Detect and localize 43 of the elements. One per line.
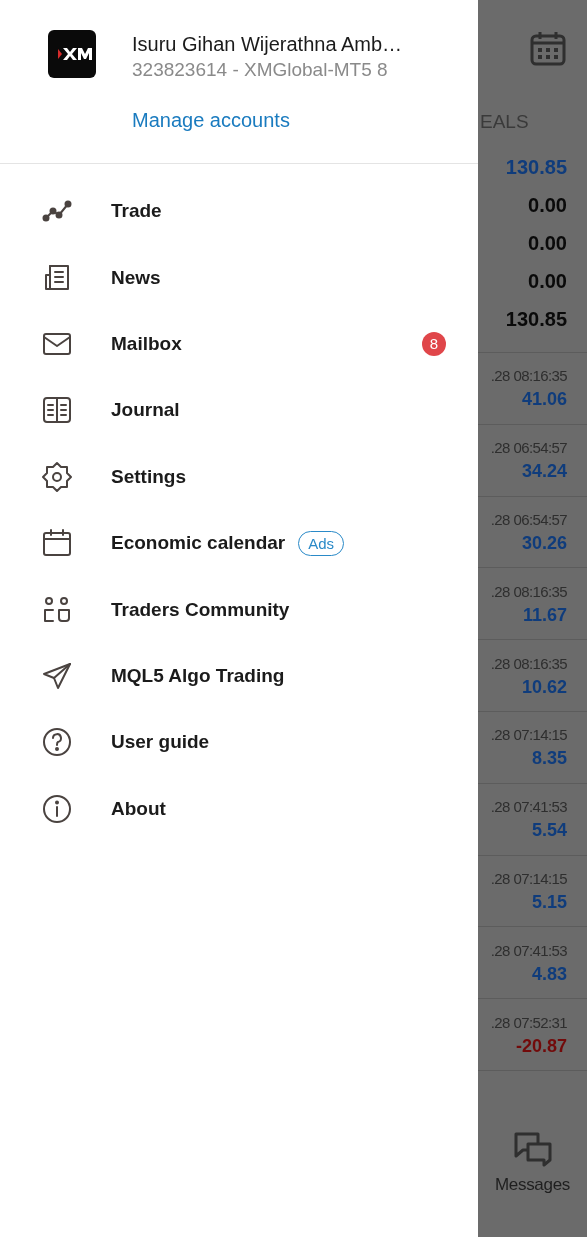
menu-item[interactable]: About <box>0 775 478 842</box>
deal-time: .28 08:16:35 <box>490 653 567 674</box>
menu-item[interactable]: Journal <box>0 377 478 444</box>
summary-value: 0.00 <box>528 269 567 293</box>
menu-item[interactable]: Trade <box>0 178 478 245</box>
gear-icon <box>40 459 74 494</box>
deal-time: .28 07:52:31 <box>490 1012 567 1033</box>
menu-item[interactable]: Mailbox 8 <box>0 310 478 378</box>
deal-profit: -20.87 <box>515 1034 567 1058</box>
summary-value: 0.00 <box>528 231 567 255</box>
deal-time: .28 06:54:57 <box>490 438 567 459</box>
deal-profit: 10.62 <box>521 675 567 699</box>
menu-item[interactable]: User guide <box>0 709 478 776</box>
menu-item[interactable]: Settings <box>0 443 478 510</box>
summary-value: 130.85 <box>505 155 567 179</box>
deal-profit: 41.06 <box>521 388 567 412</box>
calendar-icon[interactable] <box>529 29 567 67</box>
deal-profit: 11.67 <box>522 603 567 627</box>
deal-profit: 34.24 <box>521 460 567 484</box>
deal-time: .28 07:14:15 <box>490 725 567 746</box>
deal-time: .28 08:16:35 <box>490 581 567 602</box>
manage-accounts-link[interactable]: Manage accounts <box>132 107 290 133</box>
deal-profit: 30.26 <box>521 532 567 555</box>
deal-time: .28 07:41:53 <box>490 940 567 961</box>
logo-icon <box>48 30 96 78</box>
deal-time: .28 08:16:35 <box>490 366 567 387</box>
deal-profit: 5.15 <box>531 890 567 914</box>
deal-profit: 8.35 <box>531 747 567 771</box>
deal-profit: 5.54 <box>531 819 567 843</box>
unread-count-badge: 8 <box>422 331 446 356</box>
menu-item[interactable]: Economic calendar Ads <box>0 509 478 577</box>
account-name: Isuru Gihan Wijerathna Amb… <box>132 32 403 57</box>
deal-time: .28 07:41:53 <box>490 797 567 818</box>
menu-item[interactable]: Traders Community <box>0 576 478 643</box>
summary-value: 130.85 <box>505 307 567 331</box>
chat-bubbles-icon[interactable] <box>512 1131 553 1167</box>
deal-time: .28 06:54:57 <box>490 510 567 530</box>
menu-item[interactable]: News <box>0 244 478 311</box>
menu-item[interactable]: MQL5 Algo Trading <box>0 642 478 710</box>
account-number: 323823614 - XMGlobal-MT5 8 <box>132 58 389 82</box>
deal-profit: 4.83 <box>531 962 567 986</box>
deal-time: .28 07:14:15 <box>490 868 567 889</box>
summary-value: 0.00 <box>528 193 567 217</box>
